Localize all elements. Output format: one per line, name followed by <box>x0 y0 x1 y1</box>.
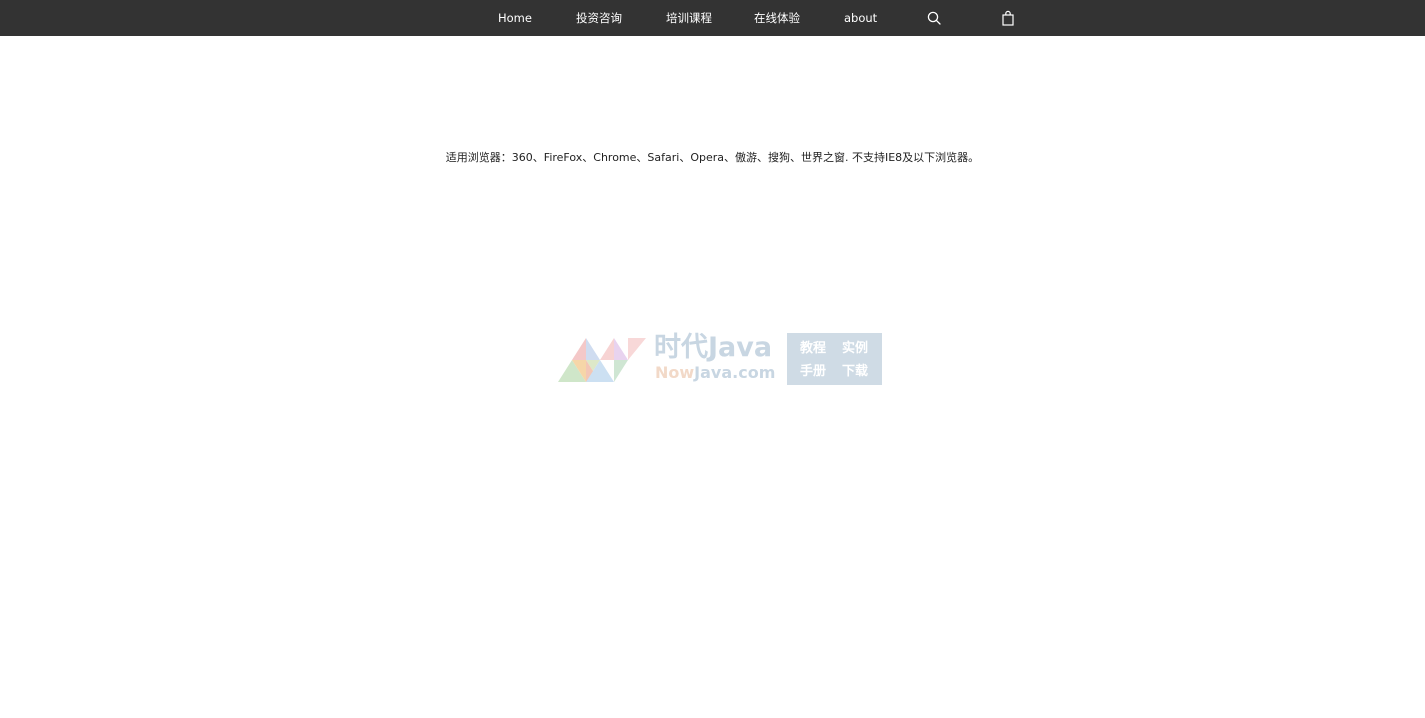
search-icon[interactable] <box>926 10 942 26</box>
nav-item-online-experience[interactable]: 在线体验 <box>754 0 800 36</box>
watermark-subtitle: NowJava.com <box>655 364 775 382</box>
watermark-title: 时代Java <box>654 332 773 363</box>
shopping-bag-icon[interactable] <box>1000 10 1016 26</box>
watermark-subtitle-now: Now <box>655 363 695 382</box>
watermark-tag-tutorial: 教程 <box>800 341 827 356</box>
watermark-tag-manual: 手册 <box>800 364 827 379</box>
watermark-subtitle-domain: Java.com <box>694 363 776 382</box>
watermark-tag-download: 下载 <box>842 364 869 379</box>
nav-item-training-courses[interactable]: 培训课程 <box>666 0 712 36</box>
watermark-tag-box: 教程 实例 手册 下载 <box>787 333 882 385</box>
top-navigation-bar: Home 投资咨询 培训课程 在线体验 about <box>0 0 1425 36</box>
nav-item-investment-consulting[interactable]: 投资咨询 <box>576 0 622 36</box>
watermark-logo: 时代Java NowJava.com 教程 实例 手册 下载 <box>556 332 886 388</box>
browser-compatibility-notice: 适用浏览器：360、FireFox、Chrome、Safari、Opera、傲游… <box>445 151 980 164</box>
nav-item-home[interactable]: Home <box>498 0 532 36</box>
triangle-logo-icon <box>558 338 646 382</box>
watermark-tag-examples: 实例 <box>842 341 869 356</box>
nav-item-about[interactable]: about <box>844 0 877 36</box>
